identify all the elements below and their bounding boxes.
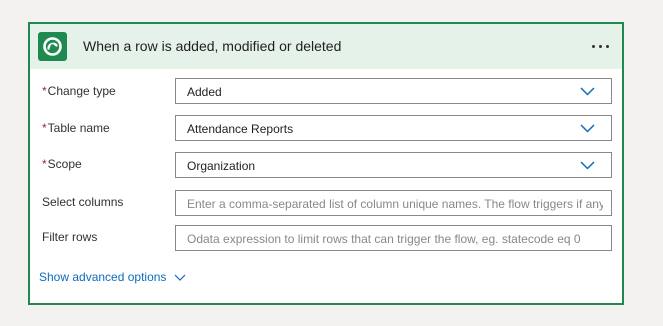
table-name-value: Attendance Reports	[187, 122, 294, 136]
required-mark: *	[42, 84, 47, 98]
scope-label-text: Scope	[47, 157, 82, 171]
change-type-value: Added	[187, 85, 222, 99]
table-name-label-text: Table name	[47, 121, 110, 135]
filter-rows-placeholder: Odata expression to limit rows that can …	[187, 232, 581, 246]
trigger-title: When a row is added, modified or deleted	[83, 38, 342, 54]
more-options-button[interactable]	[588, 34, 614, 58]
more-dot-icon	[592, 45, 595, 48]
required-mark: *	[42, 121, 47, 135]
chevron-down-icon	[580, 161, 595, 170]
change-type-label-text: Change type	[47, 84, 116, 98]
table-name-label: *Table name	[42, 121, 110, 135]
more-dot-icon	[599, 45, 602, 48]
card-header[interactable]: When a row is added, modified or deleted	[30, 24, 622, 69]
change-type-label: *Change type	[42, 84, 116, 98]
table-name-dropdown[interactable]: Attendance Reports	[175, 115, 612, 141]
select-columns-input[interactable]: Enter a comma-separated list of column u…	[175, 190, 612, 216]
trigger-card: When a row is added, modified or deleted…	[28, 22, 624, 305]
more-dot-icon	[606, 45, 609, 48]
chevron-down-icon	[175, 274, 186, 281]
change-type-dropdown[interactable]: Added	[175, 78, 612, 104]
filter-rows-input[interactable]: Odata expression to limit rows that can …	[175, 225, 612, 251]
scope-value: Organization	[187, 159, 256, 173]
chevron-down-icon	[580, 124, 595, 133]
select-columns-label: Select columns	[42, 195, 124, 209]
filter-rows-label: Filter rows	[42, 230, 98, 244]
select-columns-placeholder: Enter a comma-separated list of column u…	[187, 197, 603, 211]
show-advanced-options-label: Show advanced options	[39, 270, 167, 284]
scope-label: *Scope	[42, 157, 82, 171]
show-advanced-options-link[interactable]: Show advanced options	[39, 270, 186, 284]
chevron-down-icon	[580, 87, 595, 96]
required-mark: *	[42, 157, 47, 171]
dataverse-logo-icon	[38, 32, 67, 61]
scope-dropdown[interactable]: Organization	[175, 152, 612, 178]
